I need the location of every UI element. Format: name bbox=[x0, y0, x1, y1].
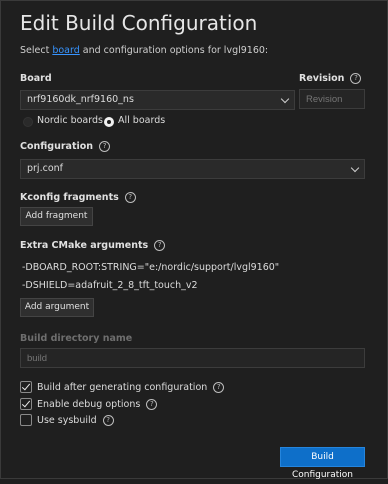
board-select[interactable]: nrf9160dk_nrf9160_ns bbox=[20, 90, 295, 110]
revision-label-row: Revision? bbox=[299, 73, 362, 84]
subtitle: Select board and configuration options f… bbox=[20, 45, 268, 56]
cmake-arg[interactable]: -DSHIELD=adafruit_2_8_tft_touch_v2 bbox=[22, 280, 198, 291]
debug-options-checkbox[interactable] bbox=[20, 398, 32, 410]
sysbuild-label: Use sysbuild bbox=[37, 415, 97, 426]
kconfig-label-row: Kconfig fragments? bbox=[20, 192, 136, 203]
board-link[interactable]: board bbox=[52, 45, 79, 56]
help-icon[interactable]: ? bbox=[213, 382, 225, 393]
kconfig-label: Kconfig fragments bbox=[20, 192, 119, 203]
help-icon[interactable]: ? bbox=[102, 415, 114, 426]
build-after-label-row: Build after generating configuration? bbox=[37, 382, 225, 393]
help-icon[interactable]: ? bbox=[146, 399, 158, 410]
radio-all-boards[interactable] bbox=[104, 117, 114, 127]
help-icon[interactable]: ? bbox=[124, 192, 136, 203]
configuration-label: Configuration bbox=[20, 141, 94, 152]
help-icon[interactable]: ? bbox=[350, 73, 362, 84]
radio-nordic-boards-label: Nordic boards bbox=[37, 115, 103, 126]
add-argument-button[interactable]: Add argument bbox=[20, 298, 94, 317]
page-title: Edit Build Configuration bbox=[20, 11, 258, 35]
cmake-label: Extra CMake arguments bbox=[20, 240, 149, 251]
subtitle-prefix: Select bbox=[20, 45, 53, 56]
revision-label: Revision bbox=[299, 73, 345, 84]
help-icon[interactable]: ? bbox=[99, 141, 111, 152]
subtitle-suffix: and configuration options for lvgl9160: bbox=[79, 45, 269, 56]
debug-options-label: Enable debug options bbox=[37, 399, 141, 410]
sysbuild-label-row: Use sysbuild? bbox=[37, 415, 114, 426]
cmake-arg[interactable]: -DBOARD_ROOT:STRING="e:/nordic/support/l… bbox=[22, 262, 279, 273]
chevron-down-icon bbox=[350, 163, 360, 173]
configuration-label-row: Configuration? bbox=[20, 141, 111, 152]
build-dir-input[interactable] bbox=[20, 348, 365, 368]
add-fragment-button[interactable]: Add fragment bbox=[20, 207, 93, 226]
debug-options-label-row: Enable debug options? bbox=[37, 399, 158, 410]
sysbuild-checkbox[interactable] bbox=[20, 414, 32, 426]
configuration-select[interactable]: prj.conf bbox=[20, 159, 365, 179]
chevron-down-icon bbox=[280, 94, 290, 104]
radio-nordic-boards[interactable] bbox=[23, 117, 33, 127]
configuration-select-value: prj.conf bbox=[27, 163, 63, 174]
help-icon[interactable]: ? bbox=[154, 240, 166, 251]
revision-input[interactable] bbox=[299, 89, 365, 109]
board-label: Board bbox=[20, 73, 52, 84]
radio-all-boards-label: All boards bbox=[118, 115, 166, 126]
build-configuration-button[interactable]: Build Configuration bbox=[280, 447, 365, 480]
board-select-value: nrf9160dk_nrf9160_ns bbox=[27, 94, 134, 105]
cmake-label-row: Extra CMake arguments? bbox=[20, 240, 166, 251]
build-after-label: Build after generating configuration bbox=[37, 382, 208, 393]
build-after-checkbox[interactable] bbox=[20, 381, 32, 393]
build-dir-label: Build directory name bbox=[20, 333, 133, 344]
